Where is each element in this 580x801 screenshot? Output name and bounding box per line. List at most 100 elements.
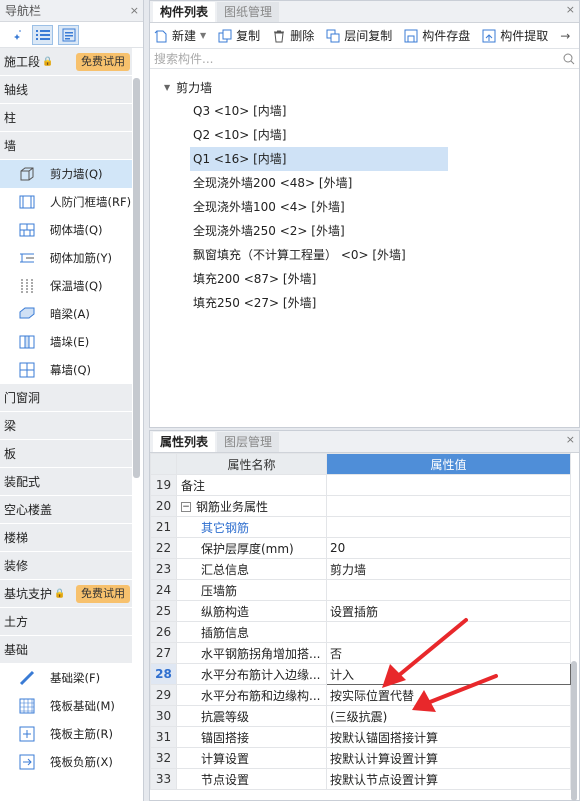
property-value[interactable]: 按默认节点设置计算	[326, 768, 571, 790]
nav-category-pit-support[interactable]: 基坑支护 🔒 免费试用	[0, 580, 132, 608]
nav-item-civil-defense-door-wall[interactable]: 人防门框墙(RF)	[0, 188, 132, 216]
nav-category-hollow-floor[interactable]: 空心楼盖	[0, 496, 132, 524]
extract-component-button[interactable]: 构件提取	[482, 27, 548, 44]
tree-node[interactable]: 全现浇外墙200 <48> [外墙]	[150, 171, 579, 195]
property-value[interactable]: 按默认计算设置计算	[326, 747, 571, 769]
free-trial-badge[interactable]: 免费试用	[76, 52, 130, 71]
tab-layer-management[interactable]: 图层管理	[217, 432, 280, 452]
component-search-input[interactable]: 搜索构件...	[154, 50, 563, 67]
property-value[interactable]	[326, 474, 571, 496]
table-row: 21 其它钢筋	[150, 516, 571, 538]
nav-category-prefab[interactable]: 装配式	[0, 468, 132, 496]
nav-item-masonry-wall[interactable]: 砌体墙(Q)	[0, 216, 132, 244]
property-group[interactable]: − 钢筋业务属性	[176, 495, 327, 517]
property-value[interactable]	[326, 621, 571, 643]
row-number: 33	[150, 768, 177, 790]
list-view-icon[interactable]	[32, 24, 53, 45]
nav-item-wall-pier[interactable]: 墙垛(E)	[0, 328, 132, 356]
nav-category-construction-section[interactable]: 施工段 🔒 免费试用	[0, 48, 132, 76]
property-value[interactable]: 按默认锚固搭接计算	[326, 726, 571, 748]
property-name: 纵筋构造	[201, 604, 250, 619]
category-label: 空心楼盖	[4, 502, 53, 517]
nav-category-axis[interactable]: 轴线	[0, 76, 132, 104]
table-row: 24 压墙筋	[150, 579, 571, 601]
table-row: 19 备注	[150, 474, 571, 496]
nav-title-bar: 导航栏 ×	[0, 0, 143, 22]
nav-category-stairs[interactable]: 楼梯	[0, 524, 132, 552]
tree-root-label: 剪力墙	[176, 80, 213, 95]
row-number: 28	[150, 663, 177, 685]
nav-item-hidden-beam[interactable]: 暗梁(A)	[0, 300, 132, 328]
nav-item-curtain-wall[interactable]: 幕墙(Q)	[0, 356, 132, 384]
nav-category-decoration[interactable]: 装修	[0, 552, 132, 580]
property-value[interactable]: (三级抗震)	[326, 705, 571, 727]
property-subgroup[interactable]: 其它钢筋	[176, 516, 327, 538]
delete-button[interactable]: 删除	[272, 27, 314, 44]
nav-item-shear-wall[interactable]: 剪力墙(Q)	[0, 160, 132, 188]
nav-close-icon[interactable]: ×	[130, 0, 139, 22]
row-number: 24	[150, 579, 177, 601]
nav-item-raft-negative-rebar[interactable]: 筏板负筋(X)	[0, 748, 132, 776]
copy-button[interactable]: 复制	[218, 27, 260, 44]
free-trial-badge[interactable]: 免费试用	[76, 584, 130, 603]
nav-category-column[interactable]: 柱	[0, 104, 132, 132]
nav-category-door-window[interactable]: 门窗洞	[0, 384, 132, 412]
more-icon[interactable]: →	[560, 29, 570, 43]
nav-category-foundation[interactable]: 基础	[0, 636, 132, 664]
tree-node[interactable]: Q3 <10> [内墙]	[150, 99, 579, 123]
nav-category-slab[interactable]: 板	[0, 440, 132, 468]
nav-category-wall[interactable]: 墙	[0, 132, 132, 160]
category-label: 装修	[4, 558, 29, 573]
tree-root-shear-wall[interactable]: ▼ 剪力墙	[150, 75, 579, 99]
row-number: 22	[150, 537, 177, 559]
collapse-toggle-icon[interactable]: −	[181, 502, 191, 512]
tree-node[interactable]: 全现浇外墙100 <4> [外墙]	[150, 195, 579, 219]
property-value[interactable]	[326, 579, 571, 601]
property-value[interactable]: 按实际位置代替	[326, 684, 571, 706]
nav-category-beam[interactable]: 梁	[0, 412, 132, 440]
tree-node[interactable]: 填充250 <27> [外墙]	[150, 291, 579, 315]
property-name: 保护层厚度(mm)	[201, 541, 294, 556]
nav-scrollbar[interactable]	[133, 78, 140, 478]
property-value[interactable]: 剪力墙	[326, 558, 571, 580]
foundation-beam-icon	[19, 670, 35, 686]
item-label: 基础梁(F)	[50, 671, 101, 685]
tree-node[interactable]: 飘窗填充（不计算工程量） <0> [外墙]	[150, 243, 579, 267]
property-value-editor[interactable]: 计入	[326, 663, 571, 685]
nav-item-masonry-rebar[interactable]: 砌体加筋(Y)	[0, 244, 132, 272]
nav-item-insulation-wall[interactable]: 保温墙(Q)	[0, 272, 132, 300]
nav-item-raft-main-rebar[interactable]: 筏板主筋(R)	[0, 720, 132, 748]
sparkle-icon[interactable]	[6, 25, 27, 45]
floor-copy-button[interactable]: 层间复制	[326, 27, 392, 44]
nav-item-raft-foundation[interactable]: 筏板基础(M)	[0, 692, 132, 720]
property-value[interactable]: 否	[326, 642, 571, 664]
tab-property-list[interactable]: 属性列表	[153, 432, 216, 452]
new-button[interactable]: 新建 ▼	[154, 27, 206, 44]
tree-node[interactable]: 填充200 <87> [外墙]	[150, 267, 579, 291]
extract-icon	[482, 29, 496, 42]
property-close-icon[interactable]: ×	[566, 433, 575, 447]
nav-category-earthwork[interactable]: 土方	[0, 608, 132, 636]
property-name: 水平分布筋计入边缘...	[201, 667, 321, 682]
masonry-rebar-icon	[20, 253, 34, 263]
hidden-beam-icon	[19, 307, 35, 319]
search-icon[interactable]	[563, 53, 575, 65]
expand-arrow-icon[interactable]: ▼	[164, 83, 170, 92]
property-value[interactable]	[326, 516, 571, 538]
tree-node[interactable]: Q2 <10> [内墙]	[150, 123, 579, 147]
detail-view-icon[interactable]	[58, 24, 79, 45]
row-number: 19	[150, 474, 177, 496]
category-label: 土方	[4, 614, 29, 629]
nav-item-foundation-beam[interactable]: 基础梁(F)	[0, 664, 132, 692]
tab-component-list[interactable]: 构件列表	[153, 2, 216, 22]
property-scrollbar[interactable]	[571, 661, 577, 801]
property-value[interactable]: 20	[326, 537, 571, 559]
save-component-button[interactable]: 构件存盘	[404, 27, 470, 44]
tree-node[interactable]: 全现浇外墙250 <2> [外墙]	[150, 219, 579, 243]
category-label: 楼梯	[4, 530, 29, 545]
component-close-icon[interactable]: ×	[566, 3, 575, 17]
tab-drawing-management[interactable]: 图纸管理	[217, 2, 280, 22]
tree-node-selected[interactable]: Q1 <16> [内墙]	[190, 147, 448, 171]
chevron-down-icon[interactable]: ▼	[200, 31, 206, 40]
property-value[interactable]: 设置插筋	[326, 600, 571, 622]
